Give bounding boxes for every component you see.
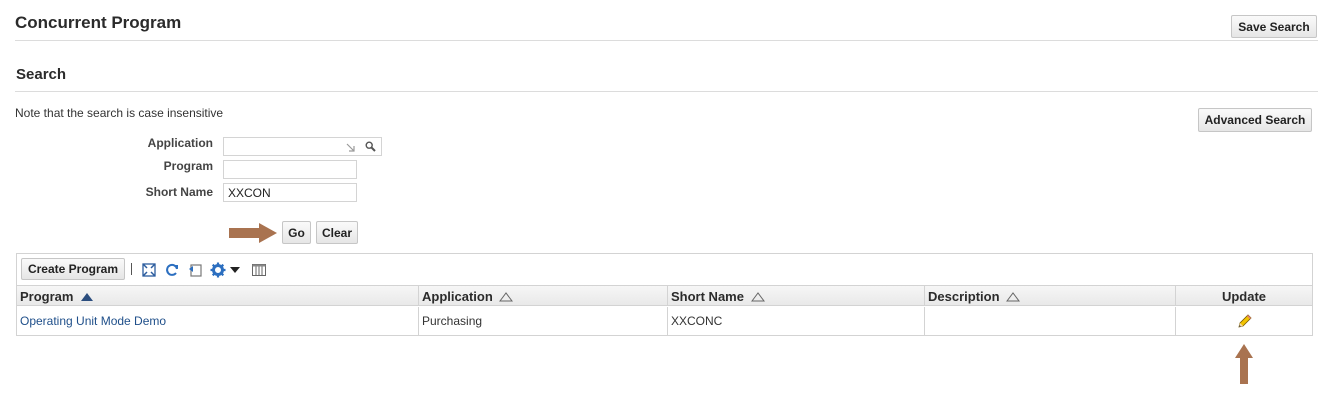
short-name-label: Short Name xyxy=(145,185,213,199)
column-label: Application xyxy=(422,289,493,304)
save-search-button[interactable]: Save Search xyxy=(1231,15,1317,38)
search-divider xyxy=(15,91,1318,92)
table-row-short-name: XXCONC xyxy=(667,307,924,336)
annotation-arrow-right-icon xyxy=(229,223,277,243)
header-divider xyxy=(15,40,1318,41)
clear-button[interactable]: Clear xyxy=(316,221,358,244)
column-header-update: Update xyxy=(1175,285,1312,306)
column-label: Description xyxy=(928,289,1000,304)
sort-unsorted-icon xyxy=(750,290,765,305)
table-row-program: Operating Unit Mode Demo xyxy=(17,307,418,336)
search-icon[interactable] xyxy=(365,141,376,155)
results-table: Create Program Program Application Short… xyxy=(16,253,1313,336)
create-program-button[interactable]: Create Program xyxy=(21,258,125,280)
page-title: Concurrent Program xyxy=(15,13,182,32)
application-field[interactable] xyxy=(224,138,364,155)
reset-icon[interactable] xyxy=(187,262,203,278)
go-button[interactable]: Go xyxy=(282,221,311,244)
sort-unsorted-icon xyxy=(499,290,514,305)
program-field[interactable] xyxy=(223,160,357,179)
program-label: Program xyxy=(163,159,213,173)
results-toolbar: Create Program xyxy=(17,254,1312,285)
search-note: Note that the search is case insensitive xyxy=(15,106,224,120)
annotation-arrow-up-icon xyxy=(1235,344,1253,384)
columns-icon[interactable] xyxy=(251,262,267,278)
sort-ascending-icon xyxy=(80,290,94,305)
table-row-update xyxy=(1175,307,1312,336)
table-row-description xyxy=(924,307,1175,336)
refresh-icon[interactable] xyxy=(164,262,180,278)
settings-icon[interactable] xyxy=(210,262,226,278)
resize-handle-icon xyxy=(346,142,356,156)
column-header-application[interactable]: Application xyxy=(418,285,667,306)
toolbar-separator xyxy=(131,263,132,275)
pencil-icon[interactable] xyxy=(1236,313,1253,330)
advanced-search-button[interactable]: Advanced Search xyxy=(1198,108,1312,132)
column-header-description[interactable]: Description xyxy=(924,285,1175,306)
application-lov xyxy=(223,137,382,156)
application-label: Application xyxy=(147,136,213,150)
column-header-short-name[interactable]: Short Name xyxy=(667,285,924,306)
table-row-application: Purchasing xyxy=(418,307,667,336)
short-name-field[interactable] xyxy=(223,183,357,202)
search-section-title: Search xyxy=(16,66,67,83)
dropdown-icon[interactable] xyxy=(230,262,240,278)
sort-unsorted-icon xyxy=(1006,290,1021,305)
detach-icon[interactable] xyxy=(141,262,157,278)
column-label: Program xyxy=(20,289,74,304)
program-link[interactable]: Operating Unit Mode Demo xyxy=(20,314,166,328)
column-header-program[interactable]: Program xyxy=(17,285,418,306)
column-label: Short Name xyxy=(671,289,744,304)
